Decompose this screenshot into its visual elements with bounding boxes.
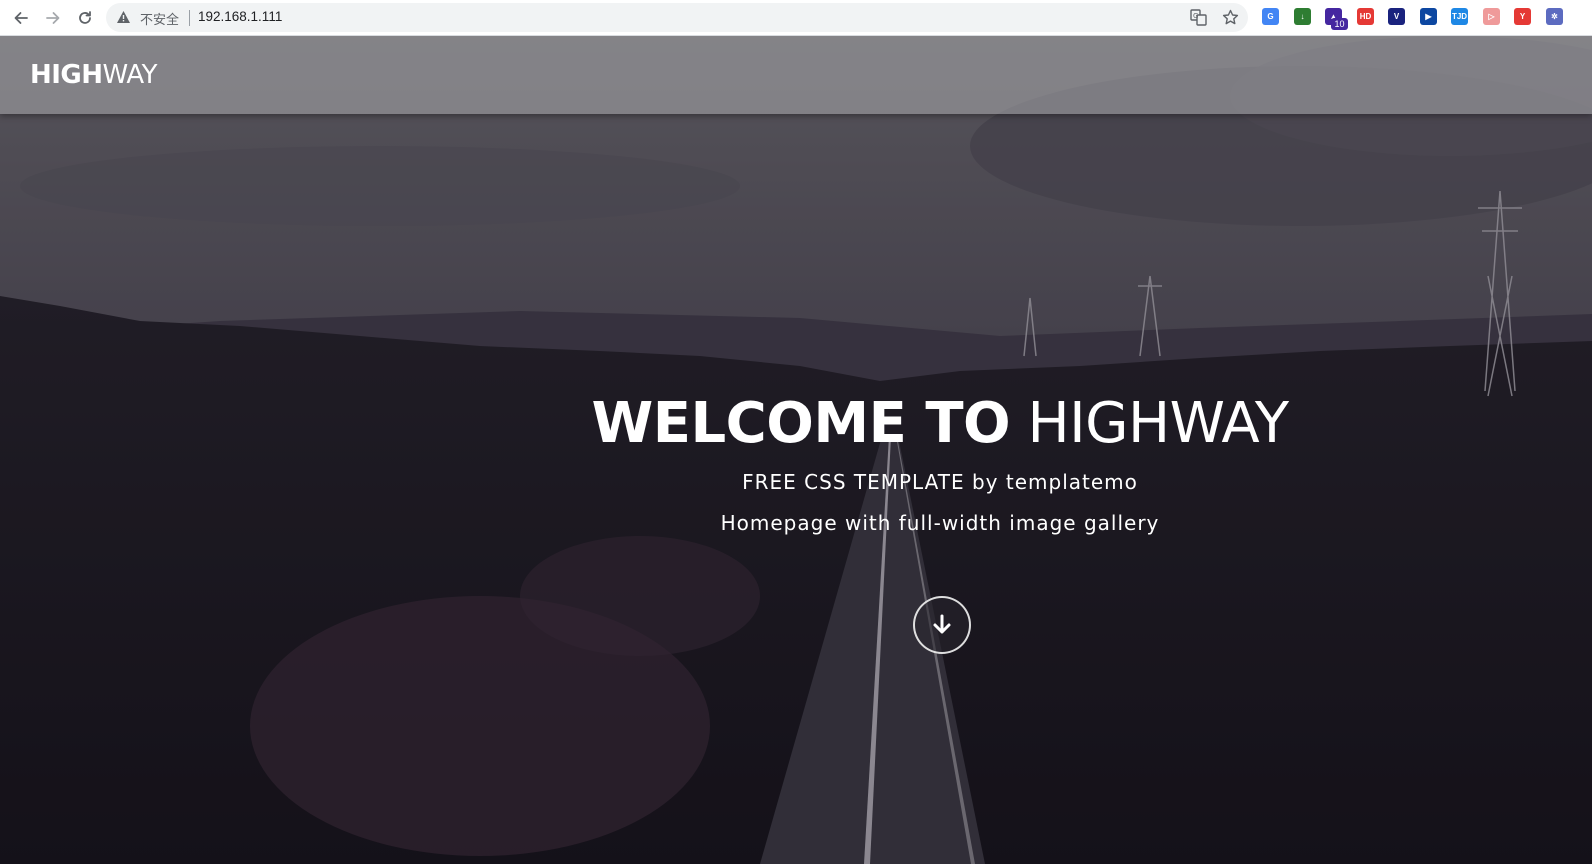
translate-icon[interactable]: G <box>1190 9 1207 26</box>
settings-ext-icon[interactable]: ✲ <box>1546 8 1563 25</box>
hero-title-light: HIGHWAY <box>1027 391 1289 456</box>
browser-toolbar: 不安全 192.168.1.111 G G ↓ ▲ 10 HD V ▶ TJD ▷ Y ✲ <box>0 0 1592 36</box>
extension-badge: 10 <box>1331 18 1348 30</box>
back-arrow-icon <box>14 12 28 24</box>
logo-light-text: WAY <box>102 60 158 90</box>
bilibili-ext-icon[interactable]: HD <box>1357 8 1374 25</box>
hero-subtitle-2: Homepage with full-width image gallery <box>720 511 1160 535</box>
web-page: HIGHWAY WELCOME TO HIGHWAY FREE CSS TEMP… <box>0 36 1592 864</box>
svg-text:G: G <box>1193 12 1198 20</box>
arrow-ext-icon[interactable]: ▷ <box>1483 8 1500 25</box>
vue-ext-icon[interactable]: V <box>1388 8 1405 25</box>
tjd-ext-icon[interactable]: TJD <box>1451 8 1468 25</box>
hero-title: WELCOME TO HIGHWAY <box>560 386 1320 462</box>
reload-button[interactable] <box>73 6 97 30</box>
logo-bold-text: HIGH <box>30 60 103 90</box>
back-button[interactable] <box>9 6 33 30</box>
translate-ext-icon[interactable]: G <box>1262 8 1279 25</box>
security-status-label[interactable]: 不安全 <box>140 9 179 28</box>
site-header: HIGHWAY <box>0 36 1592 114</box>
address-bar[interactable]: 不安全 192.168.1.111 G <box>106 3 1248 32</box>
forward-button[interactable] <box>41 6 65 30</box>
address-divider <box>189 10 190 26</box>
scroll-down-button[interactable] <box>913 596 971 654</box>
reload-icon <box>79 11 91 24</box>
url-text[interactable]: 192.168.1.111 <box>198 9 282 24</box>
play-ext-icon[interactable]: ▶ <box>1420 8 1437 25</box>
hero-text-block: WELCOME TO HIGHWAY FREE CSS TEMPLATE by … <box>560 386 1320 544</box>
hero-title-bold: WELCOME TO <box>591 391 1011 456</box>
download-ext-icon[interactable]: ↓ <box>1294 8 1311 25</box>
arrow-down-icon <box>933 614 951 634</box>
forward-arrow-icon <box>46 12 60 24</box>
site-logo[interactable]: HIGHWAY <box>30 60 157 90</box>
hero-subtitle-1: FREE CSS TEMPLATE by templatemo <box>742 470 1138 494</box>
yandex-ext-icon[interactable]: Y <box>1514 8 1531 25</box>
bookmark-star-icon[interactable] <box>1222 9 1239 26</box>
warning-icon[interactable] <box>116 10 131 24</box>
